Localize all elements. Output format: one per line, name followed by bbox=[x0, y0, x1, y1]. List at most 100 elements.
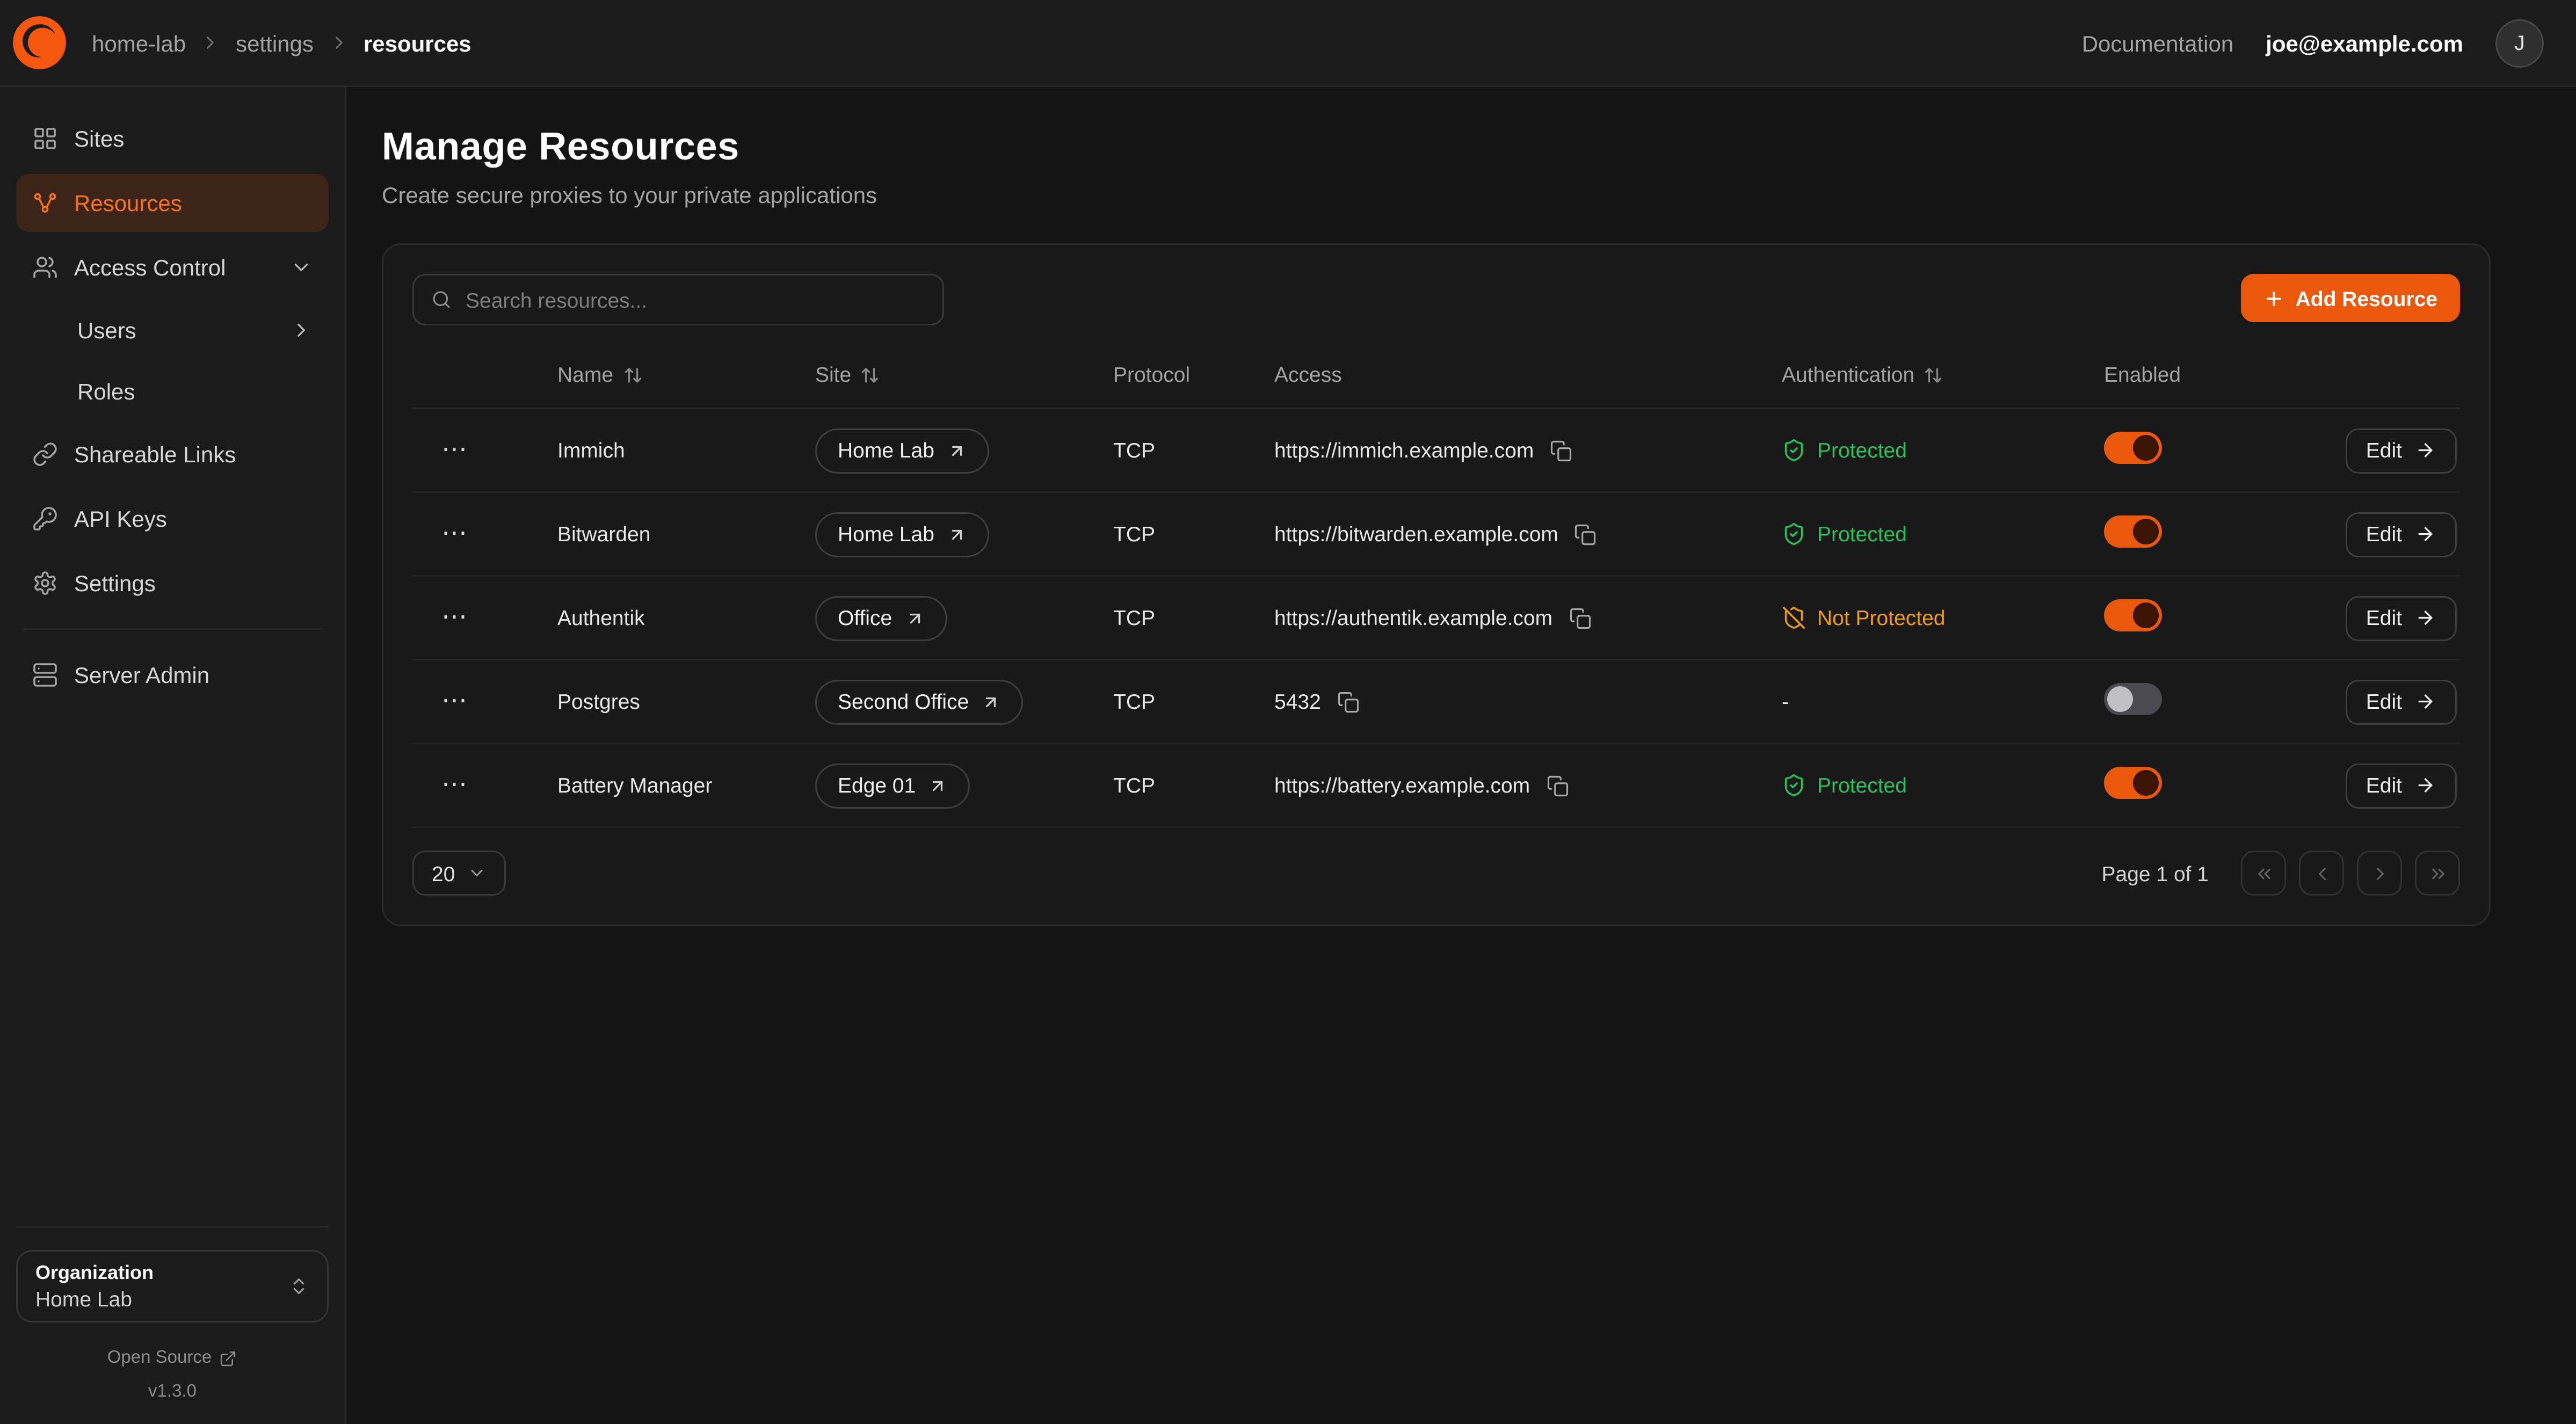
sidebar-item-server-admin[interactable]: Server Admin bbox=[16, 646, 329, 704]
protocol: TCP bbox=[1113, 773, 1274, 797]
sidebar-item-label: Server Admin bbox=[74, 662, 209, 688]
table-row: ⋯ Battery Manager Edge 01 TCP https://ba… bbox=[412, 744, 2460, 828]
row-menu-button[interactable]: ⋯ bbox=[441, 773, 469, 798]
sidebar-divider bbox=[23, 628, 322, 630]
row-menu-button[interactable]: ⋯ bbox=[441, 438, 469, 463]
copy-button[interactable] bbox=[1337, 691, 1360, 713]
breadcrumb-org[interactable]: home-lab bbox=[92, 30, 186, 56]
organization-selector[interactable]: Organization Home Lab bbox=[16, 1250, 329, 1323]
copy-button[interactable] bbox=[1550, 439, 1572, 462]
copy-icon bbox=[1337, 691, 1360, 713]
search-box bbox=[412, 274, 944, 325]
prev-page-button[interactable] bbox=[2299, 851, 2344, 896]
add-resource-label: Add Resource bbox=[2296, 286, 2437, 310]
header-name-sort[interactable]: Name bbox=[557, 362, 815, 387]
page-size-value: 20 bbox=[432, 861, 455, 885]
row-menu-button[interactable]: ⋯ bbox=[441, 521, 469, 547]
sidebar-item-roles[interactable]: Roles bbox=[16, 364, 329, 419]
enabled-toggle[interactable] bbox=[2104, 432, 2162, 464]
sidebar-item-label: Roles bbox=[77, 379, 135, 404]
sidebar-bottom: Organization Home Lab Open Source v1.3.0 bbox=[16, 1226, 329, 1401]
enabled-toggle[interactable] bbox=[2104, 515, 2162, 548]
last-page-button[interactable] bbox=[2415, 851, 2460, 896]
chevron-right-icon bbox=[290, 319, 313, 342]
copy-icon bbox=[1550, 439, 1572, 462]
search-input[interactable] bbox=[466, 288, 926, 312]
chevron-down-icon bbox=[290, 256, 313, 279]
protocol: TCP bbox=[1113, 438, 1274, 462]
sidebar-item-label: Users bbox=[77, 317, 136, 343]
add-resource-button[interactable]: Add Resource bbox=[2241, 274, 2460, 322]
auth-status: Protected bbox=[1782, 438, 2104, 462]
site-link[interactable]: Second Office bbox=[815, 679, 1024, 724]
pangolin-logo[interactable] bbox=[13, 16, 66, 69]
edit-button[interactable]: Edit bbox=[2345, 763, 2457, 808]
breadcrumb-resources: resources bbox=[364, 30, 471, 56]
copy-button[interactable] bbox=[1546, 774, 1569, 797]
edit-button[interactable]: Edit bbox=[2345, 428, 2457, 473]
edit-button-label: Edit bbox=[2366, 522, 2402, 546]
breadcrumb-settings[interactable]: settings bbox=[236, 30, 314, 56]
breadcrumb: home-lab settings resources bbox=[92, 30, 471, 56]
search-icon bbox=[430, 288, 453, 311]
edit-button[interactable]: Edit bbox=[2345, 512, 2457, 557]
sidebar-item-settings[interactable]: Settings bbox=[16, 554, 329, 612]
pagination: 20 Page 1 of 1 bbox=[412, 851, 2460, 896]
edit-button[interactable]: Edit bbox=[2345, 595, 2457, 641]
shield-off-icon bbox=[1782, 606, 1806, 630]
sidebar-item-api-keys[interactable]: API Keys bbox=[16, 490, 329, 548]
sidebar-item-shareable-links[interactable]: Shareable Links bbox=[16, 425, 329, 483]
sidebar-item-access-control[interactable]: Access Control bbox=[16, 238, 329, 296]
first-page-button[interactable] bbox=[2241, 851, 2286, 896]
sidebar-item-label: Settings bbox=[74, 570, 156, 596]
arrow-right-icon bbox=[2415, 440, 2436, 461]
access-url: https://authentik.example.com bbox=[1274, 606, 1552, 630]
auth-status: Protected bbox=[1782, 522, 2104, 546]
enabled-toggle[interactable] bbox=[2104, 767, 2162, 799]
server-icon bbox=[32, 662, 58, 688]
page-size-select[interactable]: 20 bbox=[412, 851, 506, 896]
row-menu-button[interactable]: ⋯ bbox=[441, 605, 469, 631]
organization-value: Home Lab bbox=[35, 1287, 275, 1311]
site-link[interactable]: Home Lab bbox=[815, 512, 989, 557]
next-page-button[interactable] bbox=[2357, 851, 2402, 896]
plus-icon bbox=[2263, 288, 2284, 309]
enabled-toggle[interactable] bbox=[2104, 683, 2162, 715]
open-source-link[interactable]: Open Source bbox=[16, 1348, 329, 1368]
sidebar-item-label: Shareable Links bbox=[74, 441, 236, 467]
auth-status-label: Protected bbox=[1817, 773, 1907, 797]
users-icon bbox=[32, 255, 58, 280]
user-email[interactable]: joe@example.com bbox=[2266, 30, 2463, 56]
site-link[interactable]: Home Lab bbox=[815, 428, 989, 473]
access-url: 5432 bbox=[1274, 689, 1321, 714]
enabled-toggle[interactable] bbox=[2104, 599, 2162, 631]
edit-button[interactable]: Edit bbox=[2345, 679, 2457, 724]
header-site-sort[interactable]: Site bbox=[815, 362, 1113, 387]
key-icon bbox=[32, 506, 58, 532]
chevrons-up-down-icon bbox=[288, 1276, 309, 1297]
chevrons-left-icon bbox=[2253, 863, 2274, 884]
auth-status: Protected bbox=[1782, 773, 2104, 797]
header-access-label: Access bbox=[1274, 362, 1342, 387]
sidebar-item-users[interactable]: Users bbox=[16, 303, 329, 358]
header-authentication-sort[interactable]: Authentication bbox=[1782, 362, 2104, 387]
copy-icon bbox=[1546, 774, 1569, 797]
site-link[interactable]: Office bbox=[815, 595, 947, 641]
documentation-link[interactable]: Documentation bbox=[2082, 30, 2234, 56]
avatar[interactable]: J bbox=[2495, 19, 2544, 67]
copy-button[interactable] bbox=[1574, 523, 1597, 546]
row-menu-button[interactable]: ⋯ bbox=[441, 689, 469, 715]
external-link-icon bbox=[220, 1349, 237, 1367]
sites-icon bbox=[32, 126, 58, 151]
sidebar: Sites Resources Access Control Users Rol… bbox=[0, 87, 346, 1424]
site-link[interactable]: Edge 01 bbox=[815, 763, 970, 808]
organization-text: Organization Home Lab bbox=[35, 1261, 275, 1311]
copy-button[interactable] bbox=[1569, 607, 1591, 629]
sidebar-item-sites[interactable]: Sites bbox=[16, 110, 329, 168]
arrow-right-icon bbox=[2415, 524, 2436, 544]
sidebar-item-resources[interactable]: Resources bbox=[16, 174, 329, 232]
arrow-right-icon bbox=[2415, 607, 2436, 628]
header-access: Access bbox=[1274, 362, 1782, 387]
sidebar-nav: Sites Resources Access Control Users Rol… bbox=[16, 110, 329, 710]
access-url: https://immich.example.com bbox=[1274, 438, 1534, 462]
